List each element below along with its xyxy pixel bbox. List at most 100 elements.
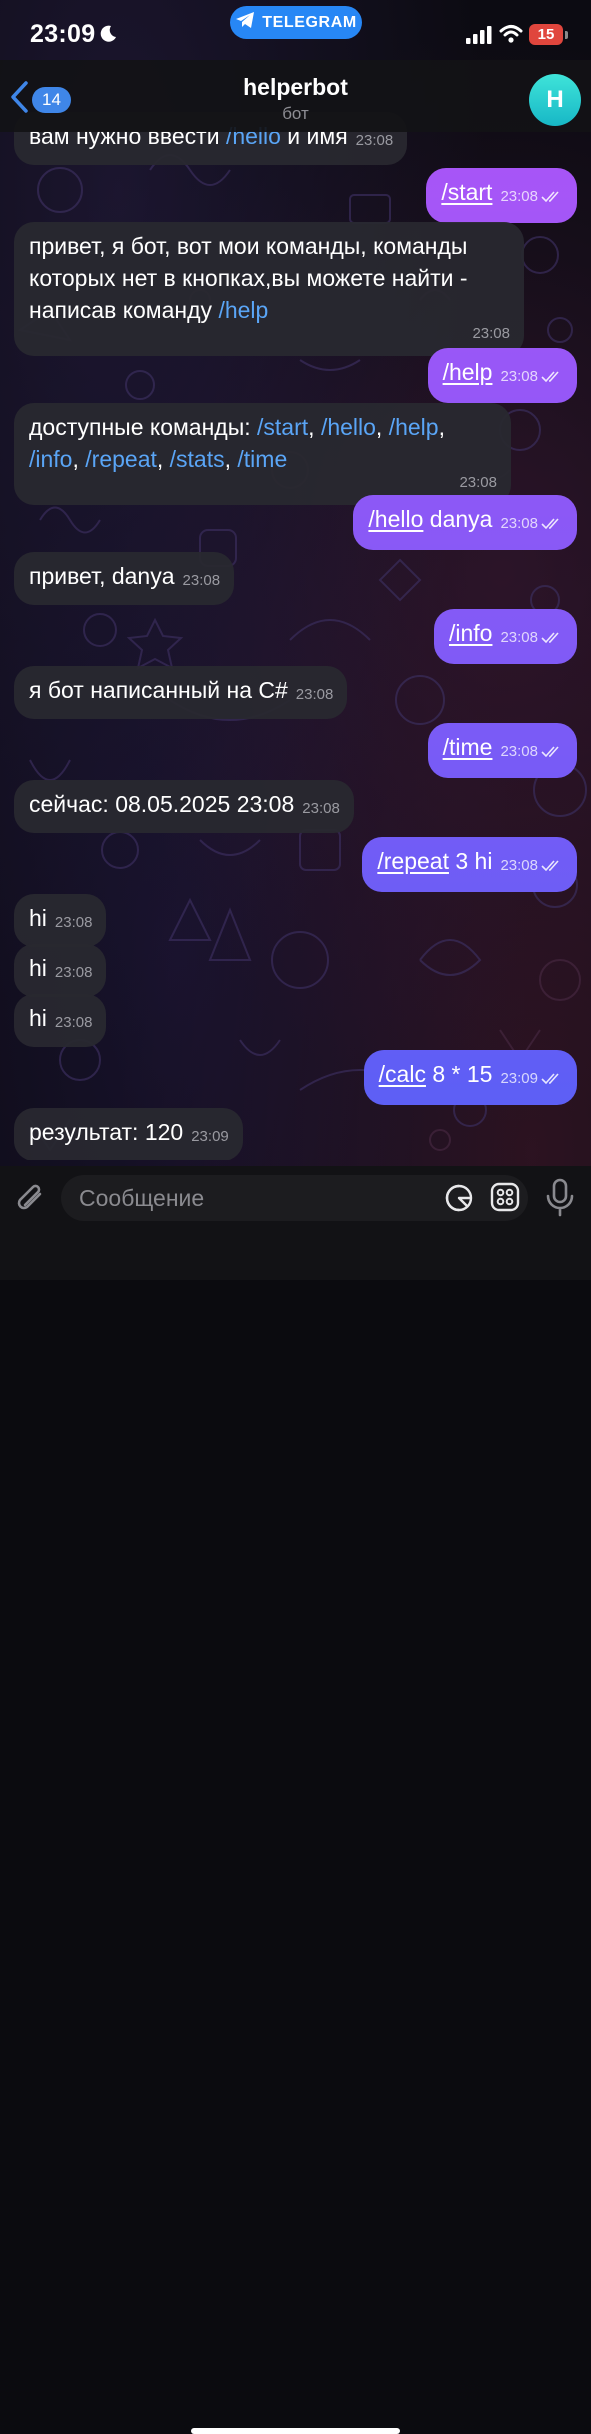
read-checkmarks-icon <box>541 738 563 770</box>
status-time: 23:09 <box>30 20 96 48</box>
outgoing-message[interactable]: /calc 8 * 15 23:09 <box>363 1050 577 1105</box>
bot-command-link[interactable]: /time <box>443 734 493 760</box>
bot-command-link[interactable]: /help <box>443 359 493 385</box>
message-time: 23:08 <box>295 686 334 703</box>
message-text: сейчас: 08.05.2025 23:08 <box>29 791 295 817</box>
bot-command-link[interactable]: /start <box>257 414 308 440</box>
incoming-message[interactable]: сейчас: 08.05.2025 23:08 23:08 <box>14 780 354 833</box>
incoming-message[interactable]: результат: 120 23:09 <box>14 1108 243 1160</box>
message-text: доступные команды: <box>29 414 258 440</box>
message-text: я бот написанный на C# <box>29 677 288 703</box>
incoming-message[interactable]: hi 23:08 <box>14 944 107 997</box>
message-timestamp: 23:08 <box>55 1007 93 1039</box>
message-time: 23:08 <box>54 914 93 931</box>
bot-command-link[interactable]: /info <box>449 620 492 646</box>
message-timestamp: 23:09 <box>500 1063 563 1097</box>
bot-avatar[interactable]: H <box>529 74 581 126</box>
microphone-icon[interactable] <box>544 1178 576 1223</box>
bot-command-link[interactable]: /hello <box>368 506 423 532</box>
message-time: 23:08 <box>54 964 93 981</box>
message-timestamp: 23:08 <box>296 679 334 711</box>
bot-command-link[interactable]: /start <box>441 179 492 205</box>
bot-command-link[interactable]: /time <box>237 446 287 472</box>
signal-icon <box>466 26 492 49</box>
message-time: 23:09 <box>191 1128 229 1145</box>
message-timestamp: 23:08 <box>55 907 93 939</box>
outgoing-message[interactable]: /start 23:08 <box>426 168 577 223</box>
message-time: 23:08 <box>500 368 538 385</box>
chat-title[interactable]: helperbot <box>0 74 591 101</box>
message-text: , <box>224 446 238 472</box>
message-text: , <box>438 414 445 440</box>
paperclip-icon[interactable] <box>14 1180 48 1221</box>
read-checkmarks-icon <box>541 1065 563 1097</box>
message-time: 23:08 <box>182 572 221 589</box>
telegram-badge-label: TELEGRAM <box>262 13 357 31</box>
bot-command-link[interactable]: /repeat <box>377 848 449 874</box>
telegram-badge[interactable]: TELEGRAM <box>230 6 362 39</box>
bot-command-link[interactable]: /help <box>389 414 439 440</box>
bot-command-link[interactable]: /stats <box>170 446 225 472</box>
message-timestamp: 23:08 <box>472 318 510 350</box>
message-text: 3 hi <box>448 848 493 874</box>
incoming-message[interactable]: hi 23:08 <box>14 994 107 1047</box>
message-timestamp: 23:08 <box>500 622 563 656</box>
bot-command-link[interactable]: /info <box>29 446 72 472</box>
message-time: 23:08 <box>500 515 538 532</box>
message-timestamp: 23:08 <box>55 957 93 989</box>
read-checkmarks-icon <box>541 183 563 215</box>
battery-tip <box>565 31 568 39</box>
message-timestamp: 23:08 <box>500 181 563 215</box>
bot-command-link[interactable]: /help <box>218 297 268 323</box>
input-bar <box>0 1166 591 2434</box>
message-timestamp: 23:08 <box>500 850 563 884</box>
home-indicator <box>191 2428 400 2434</box>
message-text: , <box>156 446 170 472</box>
message-timestamp: 23:08 <box>302 793 340 825</box>
message-timestamp: 23:08 <box>183 565 221 597</box>
message-time: 23:08 <box>302 800 340 817</box>
message-time: 23:08 <box>54 1014 93 1031</box>
chat-subtitle: бот <box>282 104 309 123</box>
message-time: 23:08 <box>500 188 538 205</box>
outgoing-message[interactable]: /hello danya 23:08 <box>353 495 577 550</box>
message-text: hi <box>29 1005 47 1031</box>
message-list[interactable]: вам нужно ввести /hello и имя 23:08/start… <box>0 0 591 1160</box>
outgoing-message[interactable]: /info 23:08 <box>433 609 577 664</box>
incoming-message[interactable]: hi 23:08 <box>14 894 107 947</box>
message-text: , <box>308 414 321 440</box>
bot-command-link[interactable]: /hello <box>321 414 376 440</box>
read-checkmarks-icon <box>541 363 563 395</box>
message-time: 23:08 <box>459 474 497 491</box>
telegram-plane-icon <box>235 11 255 34</box>
incoming-message[interactable]: доступные команды: /start, /hello, /help… <box>14 403 511 505</box>
bot-command-link[interactable]: /calc <box>379 1061 426 1087</box>
emoji-keyboard-icon[interactable] <box>490 1182 520 1217</box>
message-text: danya <box>423 506 493 532</box>
battery-indicator: 15 <box>529 24 563 45</box>
message-text: , <box>375 414 389 440</box>
incoming-message[interactable]: привет, я бот, вот мои команды, команды … <box>14 222 524 356</box>
incoming-message[interactable]: привет, danya 23:08 <box>14 552 235 605</box>
message-text: 8 * 15 <box>425 1061 493 1087</box>
sticker-icon[interactable] <box>444 1183 474 1218</box>
message-time: 23:09 <box>500 1070 538 1087</box>
message-time: 23:08 <box>500 629 538 646</box>
chat-header: 14 helperbot бот H <box>0 60 591 132</box>
message-text: , <box>72 446 86 472</box>
incoming-message[interactable]: я бот написанный на C# 23:08 <box>14 666 348 719</box>
message-text: hi <box>29 955 47 981</box>
outgoing-message[interactable]: /help 23:08 <box>427 348 577 403</box>
outgoing-message[interactable]: /repeat 3 hi 23:08 <box>362 837 577 892</box>
moon-icon <box>98 24 118 49</box>
message-time: 23:08 <box>472 325 510 342</box>
message-timestamp: 23:08 <box>500 508 563 542</box>
message-text: результат: 120 <box>29 1119 184 1145</box>
message-time: 23:08 <box>500 743 538 760</box>
outgoing-message[interactable]: /time 23:08 <box>427 723 577 778</box>
message-time: 23:08 <box>355 132 394 149</box>
message-text: привет, danya <box>29 563 175 589</box>
bot-command-link[interactable]: /repeat <box>85 446 157 472</box>
message-text: hi <box>29 905 47 931</box>
wifi-icon <box>499 24 523 49</box>
